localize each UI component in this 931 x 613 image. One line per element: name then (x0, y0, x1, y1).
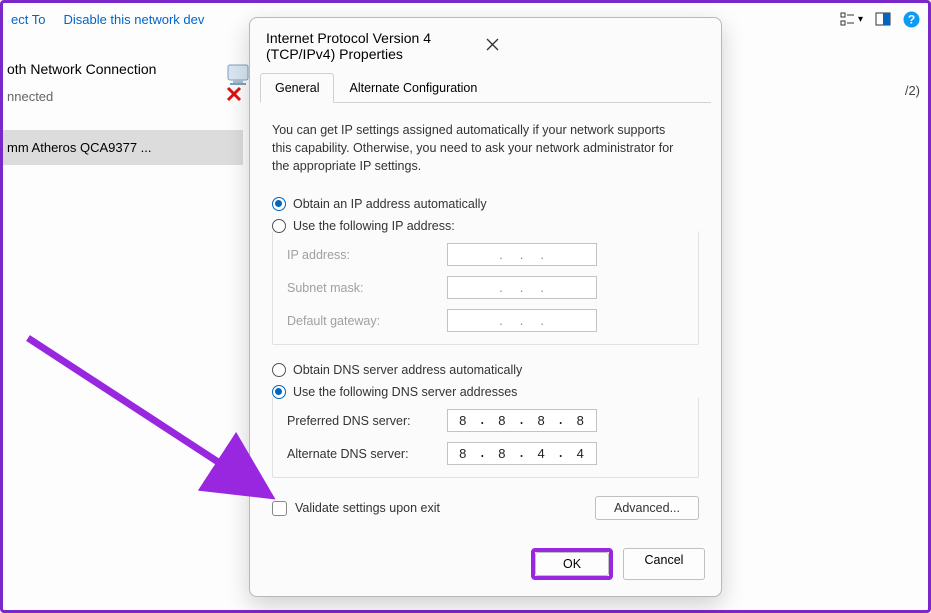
bottom-options-row: Validate settings upon exit Advanced... (272, 496, 699, 520)
radio-label: Use the following IP address: (293, 219, 455, 233)
field-preferred-dns: Preferred DNS server: 8. 8. 8. 8 (287, 409, 684, 432)
intro-text: You can get IP settings assigned automat… (272, 121, 682, 175)
field-label: Alternate DNS server: (287, 447, 447, 461)
annotation-arrow-icon (23, 333, 283, 513)
checkbox-icon (272, 501, 287, 516)
tab-alternate[interactable]: Alternate Configuration (334, 73, 492, 103)
dns-fieldset: Preferred DNS server: 8. 8. 8. 8 Alterna… (272, 397, 699, 478)
radio-label: Use the following DNS server addresses (293, 385, 517, 399)
subnet-mask-input: ... (447, 276, 597, 299)
alternate-dns-input[interactable]: 8. 8. 4. 4 (447, 442, 597, 465)
ip-fieldset: IP address: ... Subnet mask: ... Default… (272, 231, 699, 345)
preview-pane-icon[interactable] (875, 11, 891, 27)
field-subnet-mask: Subnet mask: ... (287, 276, 684, 299)
help-icon[interactable]: ? (903, 11, 920, 28)
connection-status: nnected (3, 85, 243, 108)
radio-label: Obtain DNS server address automatically (293, 363, 522, 377)
count-label: /2) (905, 83, 920, 98)
view-options-icon[interactable]: ▾ (840, 11, 863, 27)
tab-strip: General Alternate Configuration (260, 72, 711, 103)
ip-address-input: ... (447, 243, 597, 266)
field-label: Preferred DNS server: (287, 414, 447, 428)
radio-ip-auto[interactable]: Obtain an IP address automatically (272, 197, 699, 211)
field-default-gateway: Default gateway: ... (287, 309, 684, 332)
general-pane: You can get IP settings assigned automat… (250, 103, 721, 536)
close-icon[interactable] (486, 38, 706, 54)
tab-general[interactable]: General (260, 73, 334, 103)
gateway-input: ... (447, 309, 597, 332)
field-alternate-dns: Alternate DNS server: 8. 8. 4. 4 (287, 442, 684, 465)
connection-name: oth Network Connection (3, 53, 243, 85)
preferred-dns-input[interactable]: 8. 8. 8. 8 (447, 409, 597, 432)
dialog-title: Internet Protocol Version 4 (TCP/IPv4) P… (266, 30, 486, 62)
adapter-item[interactable]: mm Atheros QCA9377 ... (3, 130, 243, 165)
ok-button[interactable]: OK (535, 552, 609, 576)
connect-to-link[interactable]: ect To (11, 12, 45, 27)
radio-icon (272, 363, 286, 377)
disable-device-link[interactable]: Disable this network dev (63, 12, 204, 27)
dialog-titlebar: Internet Protocol Version 4 (TCP/IPv4) P… (250, 18, 721, 72)
dns-group: Obtain DNS server address automatically … (272, 363, 699, 478)
field-ip-address: IP address: ... (287, 243, 684, 266)
validate-checkbox-row[interactable]: Validate settings upon exit (272, 501, 440, 516)
advanced-button[interactable]: Advanced... (595, 496, 699, 520)
field-label: IP address: (287, 248, 447, 262)
connection-panel: oth Network Connection nnected mm Athero… (3, 53, 243, 165)
radio-label: Obtain an IP address automatically (293, 197, 487, 211)
radio-icon (272, 197, 286, 211)
field-label: Default gateway: (287, 314, 447, 328)
field-label: Subnet mask: (287, 281, 447, 295)
svg-text:?: ? (908, 12, 915, 26)
dialog-footer: OK Cancel (250, 536, 721, 596)
ok-highlight: OK (531, 548, 613, 580)
ipv4-properties-dialog: Internet Protocol Version 4 (TCP/IPv4) P… (249, 17, 722, 597)
checkbox-label: Validate settings upon exit (295, 501, 440, 515)
cancel-button[interactable]: Cancel (623, 548, 705, 580)
radio-dns-auto[interactable]: Obtain DNS server address automatically (272, 363, 699, 377)
